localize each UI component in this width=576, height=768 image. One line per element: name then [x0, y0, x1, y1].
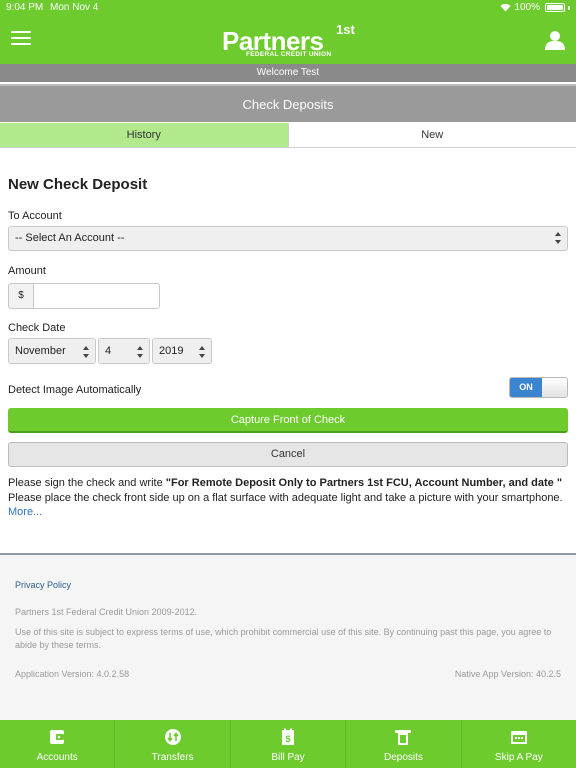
- user-profile-icon[interactable]: [545, 30, 565, 50]
- terms-text: Use of this site is subject to express t…: [15, 627, 552, 650]
- bottom-navigation: Accounts Transfers $ Bill Pay Deposits S…: [0, 720, 576, 768]
- wifi-icon: [500, 3, 511, 12]
- instruction-sign-prefix: Please sign the check and write: [8, 477, 166, 489]
- instruction-sign: Please sign the check and write "For Rem…: [8, 477, 562, 489]
- to-account-select[interactable]: -- Select An Account --: [8, 226, 568, 251]
- status-bar: 9:04 PM Mon Nov 4 100%: [0, 0, 576, 16]
- deposit-icon: [395, 730, 412, 745]
- amount-label: Amount: [8, 265, 46, 277]
- svg-text:$: $: [286, 734, 291, 744]
- tab-history[interactable]: History: [0, 123, 288, 147]
- detect-image-toggle[interactable]: ON: [509, 377, 568, 398]
- welcome-message: Welcome Test: [0, 64, 576, 82]
- year-value: 2019: [159, 345, 184, 357]
- form-title: New Check Deposit: [8, 176, 148, 193]
- select-arrows-icon: [199, 346, 205, 358]
- select-arrows-icon: [137, 346, 143, 358]
- deposit-tabs: History New: [0, 123, 576, 148]
- status-right: 100%: [500, 2, 570, 13]
- nav-accounts-label: Accounts: [36, 752, 78, 763]
- battery-icon: [545, 3, 565, 12]
- day-value: 4: [105, 345, 112, 357]
- status-time: 9:04 PM: [6, 2, 44, 13]
- privacy-policy-link[interactable]: Privacy Policy: [15, 580, 71, 590]
- more-link[interactable]: More...: [8, 506, 42, 518]
- month-value: November: [15, 345, 66, 357]
- instruction-photo: Please place the check front side up on …: [8, 492, 563, 504]
- page-title: Check Deposits: [0, 84, 576, 122]
- nav-transfers[interactable]: Transfers: [115, 720, 231, 768]
- transfer-icon: [164, 729, 181, 745]
- select-arrows-icon: [83, 346, 89, 358]
- day-select[interactable]: 4: [98, 338, 150, 364]
- copyright-text: Partners 1st Federal Credit Union 2009-2…: [15, 607, 198, 617]
- to-account-label: To Account: [8, 210, 62, 222]
- application-version: Application Version: 4.0.2.58: [15, 669, 130, 679]
- toggle-knob: [542, 378, 567, 397]
- wallet-icon: [50, 730, 65, 744]
- app-header: Partners 1st FEDERAL CREDIT UNION: [0, 16, 576, 64]
- nav-deposits-label: Deposits: [383, 752, 423, 763]
- calendar-icon: [510, 731, 527, 744]
- nav-accounts[interactable]: Accounts: [0, 720, 116, 768]
- check-date-label: Check Date: [8, 322, 66, 334]
- detect-image-label: Detect Image Automatically: [8, 384, 142, 396]
- tab-new[interactable]: New: [287, 123, 576, 147]
- nav-skip-a-pay[interactable]: Skip A Pay: [462, 720, 576, 768]
- nav-bill-pay-label: Bill Pay: [271, 752, 305, 763]
- page-footer: Privacy Policy Partners 1st Federal Cred…: [0, 553, 576, 720]
- nav-skip-a-pay-label: Skip A Pay: [494, 752, 543, 763]
- status-date: Mon Nov 4: [50, 2, 99, 13]
- logo-subtitle: FEDERAL CREDIT UNION: [246, 51, 332, 58]
- nav-bill-pay[interactable]: $ Bill Pay: [231, 720, 347, 768]
- month-select[interactable]: November: [8, 338, 96, 364]
- bill-icon: $: [282, 728, 295, 745]
- toggle-state: ON: [510, 378, 542, 397]
- select-arrows-icon: [555, 232, 561, 244]
- battery-nub: [568, 5, 570, 10]
- capture-front-button[interactable]: Capture Front of Check: [8, 408, 568, 433]
- year-select[interactable]: 2019: [152, 338, 212, 364]
- amount-input[interactable]: [33, 283, 160, 309]
- battery-percent: 100%: [514, 2, 540, 13]
- logo-superscript: 1st: [336, 22, 355, 37]
- nav-transfers-label: Transfers: [151, 752, 194, 763]
- instruction-sign-bold: "For Remote Deposit Only to Partners 1st…: [165, 477, 563, 489]
- to-account-value: -- Select An Account --: [15, 232, 125, 244]
- cancel-button[interactable]: Cancel: [8, 442, 568, 467]
- nav-deposits[interactable]: Deposits: [346, 720, 462, 768]
- hamburger-menu-icon[interactable]: [11, 31, 31, 47]
- amount-field-group: $: [8, 283, 160, 309]
- currency-addon: $: [8, 283, 33, 309]
- partners-1st-logo: Partners 1st FEDERAL CREDIT UNION: [222, 20, 356, 60]
- native-app-version: Native App Version: 40.2.5: [454, 669, 561, 679]
